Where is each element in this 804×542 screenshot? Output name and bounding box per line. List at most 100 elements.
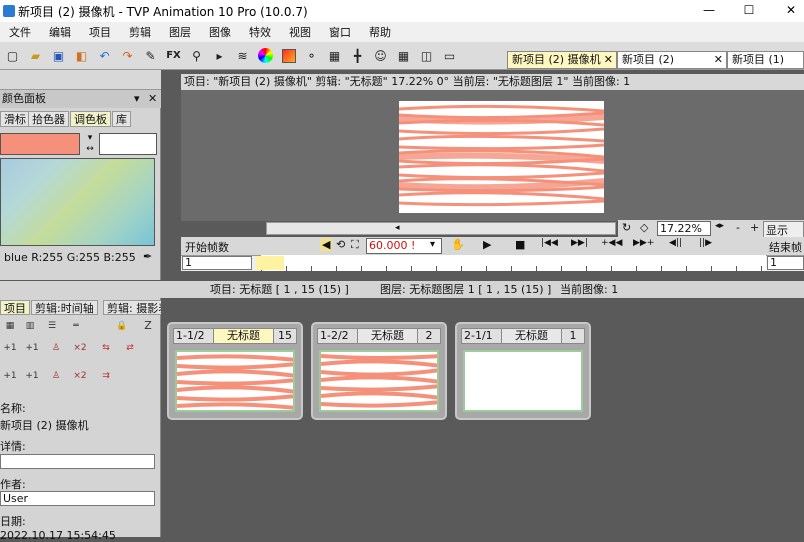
close-tab-icon[interactable]: ✕ [604, 52, 613, 68]
end-frame-field[interactable]: 1 [767, 256, 804, 270]
drawing-canvas[interactable] [399, 101, 604, 213]
lightbox-icon[interactable]: ▦ [324, 45, 345, 66]
layers-icon[interactable]: ≋ [232, 45, 253, 66]
menu-image[interactable]: 图像 [200, 24, 240, 40]
menu-edit[interactable]: 编辑 [40, 24, 80, 40]
project-tab-1[interactable]: 新项目 (2) 摄像机 ✕ [507, 51, 617, 69]
color-icon[interactable] [278, 45, 299, 66]
list-view-icon[interactable]: ☰ [42, 318, 62, 334]
scroll-thumb[interactable]: ◂ [395, 224, 403, 233]
menu-window[interactable]: 窗口 [320, 24, 360, 40]
tab-project[interactable]: 项目 [0, 300, 30, 315]
add-layer-icon[interactable]: +1 [0, 368, 20, 384]
play-icon[interactable]: ▸ [209, 45, 230, 66]
panel-menu-icon[interactable]: ▾ [134, 90, 140, 108]
cut-icon[interactable]: ⇉ [96, 368, 116, 384]
timeline-ruler[interactable] [261, 255, 766, 271]
maximize-button[interactable]: ☐ [740, 2, 758, 18]
panel-close-icon[interactable]: ✕ [148, 90, 157, 108]
duplicate-layer-icon[interactable]: ×2 [70, 368, 90, 384]
menu-effects[interactable]: 特效 [240, 24, 280, 40]
menu-project[interactable]: 项目 [80, 24, 120, 40]
clip-thumbnail[interactable] [175, 350, 295, 412]
monitor-icon[interactable]: ▭ [439, 45, 460, 66]
next-frame-button[interactable]: ||▶ [699, 238, 712, 248]
person-icon[interactable]: ♙ [46, 368, 66, 384]
swap-colors-icon[interactable]: ▾ ↔ [82, 133, 98, 155]
hand-icon[interactable]: ✋ [451, 238, 465, 251]
tab-clip-timeline[interactable]: 剪辑:时间轴 [31, 300, 98, 315]
sound-icon[interactable]: ◀ [320, 238, 333, 251]
close-tab-icon[interactable]: ✕ [714, 52, 723, 68]
menu-clip[interactable]: 剪辑 [120, 24, 160, 40]
current-frame-marker[interactable] [256, 256, 284, 270]
fit-icon[interactable]: ⛶ [351, 238, 359, 252]
tab-picker[interactable]: 拾色器 [28, 111, 69, 127]
zoom-field[interactable]: 17.22% [657, 221, 711, 236]
zoom-in-button[interactable]: + [750, 221, 759, 234]
project-tab-2[interactable]: 新项目 (2) ✕ [617, 51, 727, 69]
undo-icon[interactable]: ↶ [94, 45, 115, 66]
clip-thumbnail[interactable] [463, 350, 583, 412]
close-button[interactable]: ✕ [782, 2, 800, 18]
add-clip-2-icon[interactable]: +1 [22, 340, 42, 356]
menu-view[interactable]: 视图 [280, 24, 320, 40]
minimize-button[interactable]: — [700, 2, 718, 18]
duplicate-icon[interactable]: ×2 [70, 340, 90, 356]
first-frame-button[interactable]: |◀◀ [541, 238, 558, 248]
next-key-button[interactable]: ▶▶+ [633, 238, 654, 248]
tools-icon[interactable]: ✎ [140, 45, 161, 66]
clip-thumbnail[interactable] [319, 350, 439, 412]
last-frame-button[interactable]: ▶▶| [571, 238, 588, 248]
zoom-arrows-icon[interactable]: ◂▸ [715, 221, 724, 231]
color-gradient-field[interactable] [0, 158, 155, 246]
redo-icon[interactable]: ↷ [117, 45, 138, 66]
zoom-icon[interactable]: ⚲ [186, 45, 207, 66]
rotate-icon[interactable]: ↻ [622, 221, 631, 234]
prev-frame-button[interactable]: ◀|| [669, 238, 682, 248]
menu-file[interactable]: 文件 [0, 24, 40, 40]
menu-help[interactable]: 帮助 [360, 24, 400, 40]
pin-icon[interactable]: ⚬ [301, 45, 322, 66]
save-icon[interactable]: ▣ [48, 45, 69, 66]
chevron-down-icon[interactable]: ▾ [430, 239, 435, 250]
add-layer-2-icon[interactable]: +1 [22, 368, 42, 384]
prev-key-button[interactable]: +◀◀ [601, 238, 622, 248]
grid-view-icon[interactable]: ▦ [0, 318, 20, 334]
clip-card[interactable]: 2-1/1 无标题 1 [455, 322, 591, 420]
lock-icon[interactable]: 🔒 [112, 318, 132, 334]
play-button[interactable]: ▶ [483, 238, 491, 251]
reset-rotation-icon[interactable]: ◇ [640, 221, 648, 234]
tab-palette[interactable]: 调色板 [70, 111, 111, 127]
export-icon[interactable]: ◧ [71, 45, 92, 66]
secondary-color-swatch[interactable] [99, 133, 157, 155]
loop-icon[interactable]: ⟲ [336, 238, 345, 251]
detail-field[interactable] [0, 454, 155, 469]
z-order-icon[interactable]: Z [138, 318, 158, 334]
color-wheel-icon[interactable] [255, 45, 276, 66]
strip-view-icon[interactable]: ═ [66, 318, 86, 334]
column-view-icon[interactable]: ▥ [20, 318, 40, 334]
camera-icon[interactable]: ☺ [370, 45, 391, 66]
split-icon[interactable]: ◫ [416, 45, 437, 66]
author-field[interactable]: User [0, 491, 155, 506]
clip-card[interactable]: 1-1/2 无标题 15 [167, 322, 303, 420]
project-tab-3[interactable]: 新项目 (1) [727, 51, 804, 69]
split-clip-icon[interactable]: ⇆ [96, 340, 116, 356]
grid-icon[interactable]: ▦ [393, 45, 414, 66]
person-icon[interactable]: ♙ [46, 340, 66, 356]
tab-sliders[interactable]: 滑标 [0, 111, 30, 127]
start-frame-field[interactable]: 1 [182, 256, 252, 270]
open-icon[interactable]: ▰ [25, 45, 46, 66]
tab-library[interactable]: 库 [112, 111, 131, 127]
new-icon[interactable]: ▢ [2, 45, 23, 66]
zoom-out-button[interactable]: - [736, 221, 740, 234]
fx-icon[interactable]: FX [163, 45, 184, 66]
merge-clip-icon[interactable]: ⇄ [120, 340, 140, 356]
clip-card[interactable]: 1-2/2 无标题 2 [311, 322, 447, 420]
add-clip-icon[interactable]: +1 [0, 340, 20, 356]
menu-layer[interactable]: 图层 [160, 24, 200, 40]
stop-button[interactable]: ■ [515, 238, 525, 251]
horizontal-scrollbar[interactable]: ◂ [266, 222, 616, 235]
primary-color-swatch[interactable] [0, 133, 80, 155]
